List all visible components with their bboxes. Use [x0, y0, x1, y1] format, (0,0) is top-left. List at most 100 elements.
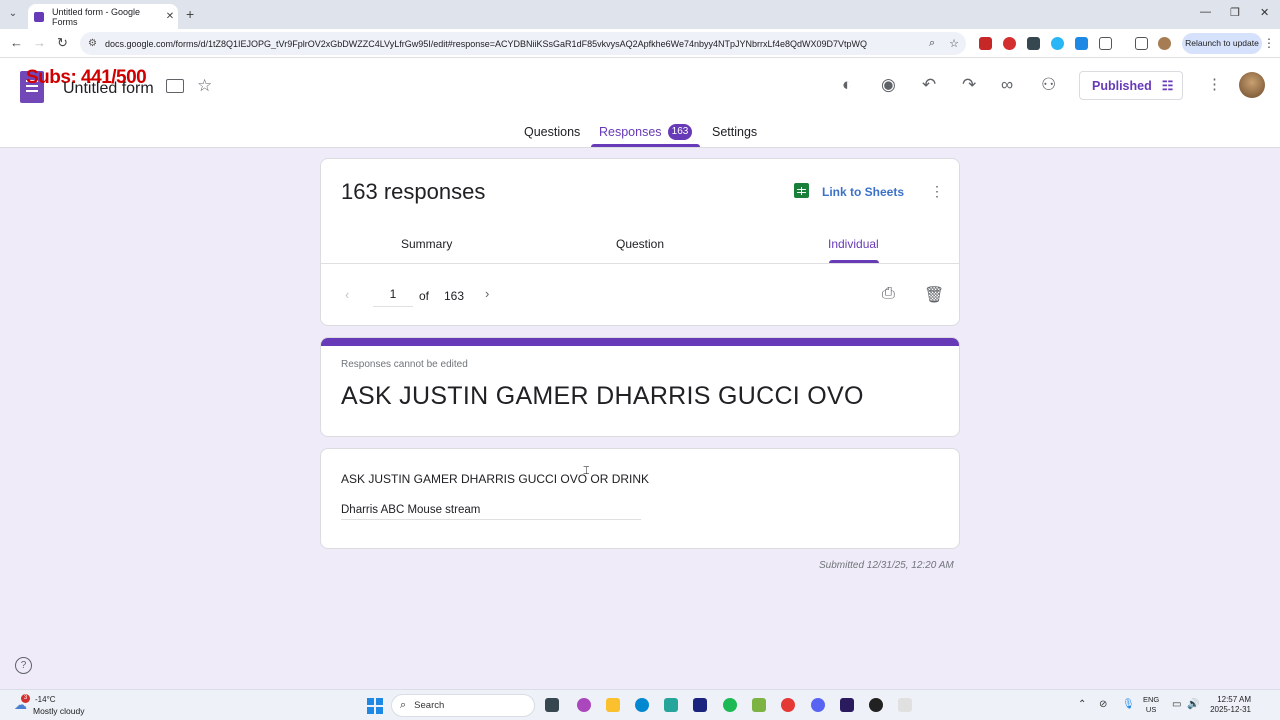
add-collaborator-icon[interactable]: ⚇ — [1041, 75, 1056, 95]
edge-icon[interactable] — [635, 698, 649, 712]
print-icon[interactable]: ⎙ — [882, 285, 895, 303]
responses-card: 163 responses Link to Sheets ⋮ Summary Q… — [320, 158, 960, 326]
snipping-tool-icon[interactable] — [898, 698, 912, 712]
extension-icon[interactable] — [1075, 37, 1088, 50]
help-icon[interactable]: ? — [15, 657, 32, 674]
app-icon[interactable] — [693, 698, 707, 712]
browser-tabstrip: ⌄ Untitled form - Google Forms ✕ + — ❐ ✕ — [0, 0, 1280, 29]
tab-search-icon[interactable]: ⌄ — [4, 5, 22, 23]
question-card: ASK JUSTIN GAMER DHARRIS GUCCI OVO OR DR… — [320, 448, 960, 549]
subtab-summary[interactable]: Summary — [401, 237, 452, 251]
preview-eye-icon[interactable]: ◉ — [881, 75, 896, 95]
search-placeholder: Search — [414, 700, 445, 711]
clock-date: 2025-12-31 — [1210, 705, 1251, 714]
folder-icon[interactable] — [166, 79, 184, 93]
reload-icon[interactable]: ↻ — [57, 35, 68, 51]
premiere-icon[interactable] — [840, 698, 854, 712]
app-icon[interactable] — [664, 698, 678, 712]
browser-tab[interactable]: Untitled form - Google Forms ✕ — [28, 4, 178, 29]
url-text[interactable]: docs.google.com/forms/d/1tZ8Q1IEJOPG_tVr… — [105, 39, 922, 49]
response-number-input[interactable]: 1 — [373, 287, 413, 307]
extension-icon[interactable] — [979, 37, 992, 50]
previous-response-icon[interactable]: ‹ — [345, 287, 349, 302]
extensions-puzzle-icon[interactable] — [1099, 37, 1112, 50]
minimize-icon[interactable]: — — [1200, 6, 1211, 18]
spotify-icon[interactable] — [723, 698, 737, 712]
clock[interactable]: 12:57 AM 2025-12-31 — [1207, 695, 1251, 715]
extension-icon[interactable] — [1051, 37, 1064, 50]
chrome-icon[interactable] — [781, 698, 795, 712]
response-header-card: Responses cannot be edited ASK JUSTIN GA… — [320, 337, 960, 437]
clock-time: 12:57 AM — [1217, 695, 1251, 704]
redo-icon[interactable]: ↷ — [962, 75, 976, 95]
published-button[interactable]: Published ☷ — [1079, 71, 1183, 100]
tab-settings[interactable]: Settings — [712, 125, 757, 139]
file-explorer-icon[interactable] — [606, 698, 620, 712]
answer-underline — [341, 519, 641, 520]
answer-text: Dharris ABC Mouse stream — [341, 504, 481, 516]
subtab-individual[interactable]: Individual — [828, 237, 879, 251]
pager-total: 163 — [444, 289, 465, 303]
weather-badge: 3 — [21, 694, 30, 703]
tune-icon: ☷ — [1161, 77, 1174, 93]
task-view-icon[interactable] — [545, 698, 559, 712]
tab-responses[interactable]: Responses — [599, 125, 662, 139]
restore-icon[interactable]: ❐ — [1230, 6, 1240, 19]
delete-icon[interactable]: 🗑 — [924, 285, 944, 305]
forms-favicon-icon — [34, 11, 44, 22]
copilot-icon[interactable] — [577, 698, 591, 712]
sheets-icon[interactable] — [794, 183, 809, 198]
reading-list-icon[interactable] — [1135, 37, 1148, 50]
start-button[interactable] — [367, 698, 383, 714]
taskbar-search[interactable]: ⌕ Search — [391, 694, 535, 717]
accent-bar — [321, 338, 959, 346]
tab-questions[interactable]: Questions — [524, 125, 580, 139]
more-options-icon[interactable]: ⋮ — [1207, 75, 1222, 93]
obs-icon[interactable] — [869, 698, 883, 712]
bookmark-star-icon[interactable]: ☆ — [949, 37, 959, 50]
new-tab-icon[interactable]: + — [186, 6, 194, 22]
next-response-icon[interactable]: › — [485, 286, 489, 301]
browser-menu-icon[interactable]: ⋮ — [1263, 36, 1275, 50]
site-info-icon[interactable]: ⚙ — [88, 38, 97, 49]
mouse-cursor-icon: ⌶ — [583, 465, 590, 477]
form-title[interactable]: Untitled form — [63, 80, 154, 98]
link-to-sheets-button[interactable]: Link to Sheets — [822, 185, 904, 199]
back-icon[interactable]: ← — [10, 35, 23, 50]
forms-header: Subs: 441/500 Untitled form ☆ ◐ ◉ ↶ ↷ ∞ … — [0, 58, 1280, 148]
tray-overflow-icon[interactable]: ⌃ — [1078, 699, 1086, 710]
subtab-question[interactable]: Question — [616, 237, 664, 251]
windows-taskbar: ☁ 3 -14°C Mostly cloudy ⌕ Search ⌃ ⊘ 🎙 E… — [0, 689, 1280, 720]
question-text: ASK JUSTIN GAMER DHARRIS GUCCI OVO OR DR… — [341, 472, 650, 486]
app-icon[interactable] — [752, 698, 766, 712]
display-icon[interactable]: ▭ — [1172, 699, 1181, 710]
tab-close-icon[interactable]: ✕ — [162, 11, 178, 22]
microphone-icon[interactable]: 🎙 — [1122, 699, 1135, 710]
undo-icon[interactable]: ↶ — [922, 75, 936, 95]
star-icon[interactable]: ☆ — [197, 76, 212, 96]
zoom-icon[interactable]: ⌕ — [929, 37, 935, 50]
network-icon[interactable]: ⊘ — [1099, 699, 1107, 710]
edit-notice: Responses cannot be edited — [341, 359, 468, 370]
link-icon[interactable]: ∞ — [1001, 75, 1013, 95]
published-label: Published — [1092, 78, 1152, 93]
palette-icon[interactable]: ◐ — [842, 75, 852, 95]
discord-icon[interactable] — [811, 698, 825, 712]
extension-icon[interactable] — [1027, 37, 1040, 50]
relaunch-button[interactable]: Relaunch to update — [1182, 33, 1262, 54]
volume-icon[interactable]: 🔊 — [1187, 699, 1199, 710]
profile-avatar[interactable] — [1158, 37, 1171, 50]
close-window-icon[interactable]: ✕ — [1260, 6, 1269, 19]
forward-icon[interactable]: → — [33, 35, 46, 50]
language-indicator[interactable]: ENG US — [1143, 695, 1159, 715]
responses-more-icon[interactable]: ⋮ — [930, 183, 944, 200]
active-tab-indicator — [591, 144, 700, 147]
divider — [321, 263, 959, 264]
temperature: -14°C — [35, 695, 56, 704]
extension-icon[interactable] — [1003, 37, 1016, 50]
pager-of-label: of — [419, 289, 430, 303]
address-bar[interactable]: ⚙ docs.google.com/forms/d/1tZ8Q1IEJOPG_t… — [80, 32, 966, 55]
avatar[interactable] — [1239, 72, 1265, 98]
language-code: ENG — [1143, 695, 1160, 704]
responses-count: 163 responses — [341, 179, 486, 204]
